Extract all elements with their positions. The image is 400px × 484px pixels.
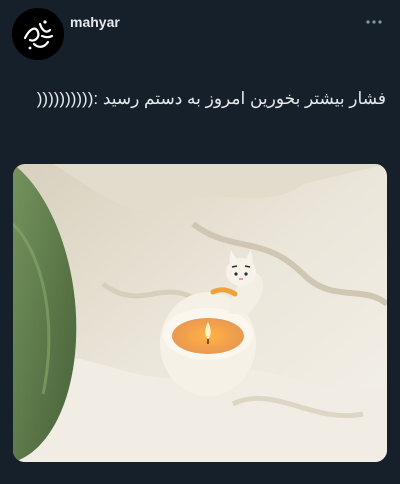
calligraphy-logo: [12, 8, 64, 60]
tweet-text: فشار بیشتر بخورین امروز به دستم رسید :((…: [36, 89, 386, 108]
more-dots-icon[interactable]: [364, 12, 384, 32]
tweet-photo[interactable]: [13, 164, 387, 462]
avatar[interactable]: [12, 8, 64, 60]
username[interactable]: mahyar: [70, 14, 120, 30]
